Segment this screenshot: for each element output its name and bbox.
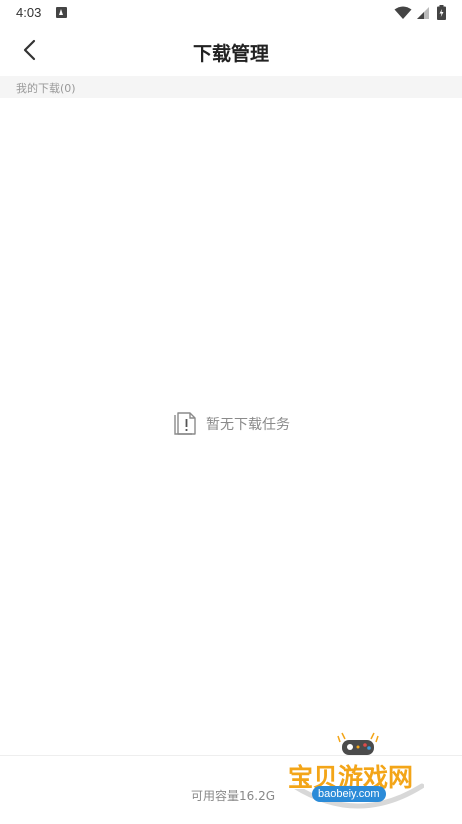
header: 下载管理 [0,28,462,74]
status-bar: 4:03 [0,0,462,28]
watermark-domain: baobeiy.com [312,786,386,802]
page-title: 下载管理 [192,43,269,65]
empty-state-text: 暂无下载任务 [206,417,290,433]
status-time: 4:03 [16,5,42,20]
empty-document-icon [174,412,196,435]
my-downloads-label: 我的下载(0) [16,82,76,95]
a-notification-icon [56,7,67,18]
watermark-logo: 宝贝游戏网 baobeiy.com [288,728,438,818]
empty-state: 暂无下载任务 [0,411,462,441]
signal-icon [417,7,429,19]
gamepad-icon [337,732,379,755]
battery-icon [437,5,446,20]
available-capacity: 可用容量16.2G [191,789,276,803]
section-header: 我的下载(0) [0,76,462,98]
wifi-icon [394,6,412,19]
